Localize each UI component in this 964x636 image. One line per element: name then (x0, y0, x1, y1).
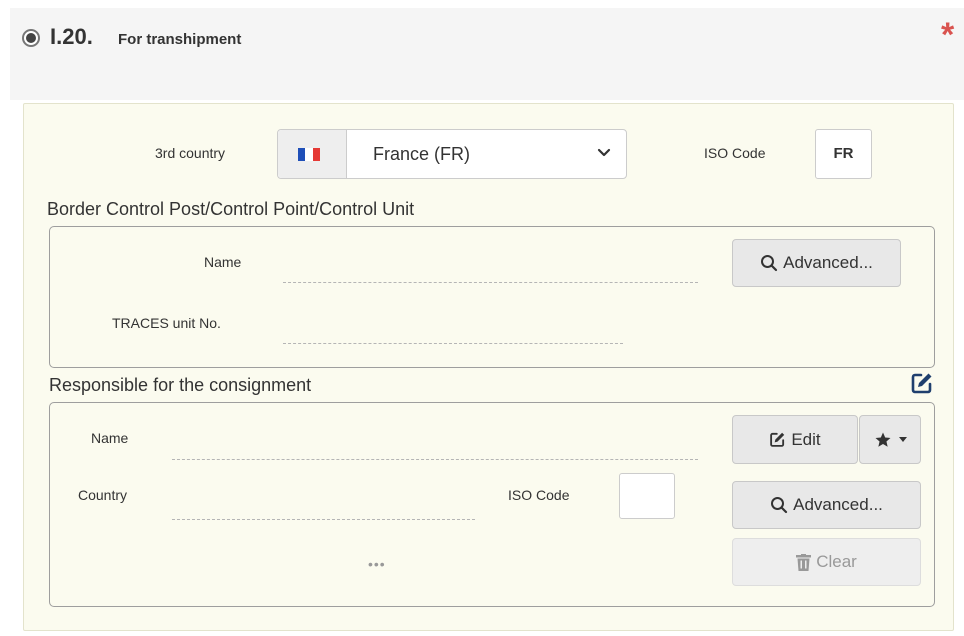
clear-button[interactable]: Clear (732, 538, 921, 586)
edit-button-label: Edit (791, 429, 821, 449)
iso-code-label: ISO Code (704, 145, 766, 161)
bcp-title: Border Control Post/Control Point/Contro… (47, 199, 415, 219)
edit-button[interactable]: Edit (732, 415, 858, 464)
search-icon (761, 255, 778, 272)
france-flag-icon (298, 148, 320, 161)
flag-addon (278, 130, 347, 178)
country-select-value: France (FR) (373, 144, 471, 164)
iso-code-field: FR (815, 129, 872, 179)
bcp-advanced-label: Advanced... (783, 253, 873, 272)
bcp-name-label: Name (204, 254, 242, 270)
trash-icon (796, 553, 812, 571)
responsible-advanced-label: Advanced... (793, 495, 883, 514)
clear-button-label: Clear (816, 552, 857, 571)
chevron-down-icon (597, 148, 611, 157)
responsible-advanced-button[interactable]: Advanced... (732, 481, 921, 529)
responsible-iso-field (619, 473, 675, 519)
bcp-advanced-button[interactable]: Advanced... (732, 239, 901, 287)
responsible-name-field[interactable] (172, 459, 698, 460)
responsible-title: Responsible for the consignment (49, 375, 312, 395)
traces-unit-label: TRACES unit No. (112, 315, 221, 331)
responsible-country-label: Country (78, 487, 128, 503)
responsible-name-label: Name (91, 430, 129, 446)
responsible-country-field[interactable] (172, 519, 475, 520)
required-asterisk: * (941, 16, 955, 54)
section-header (10, 8, 964, 100)
search-icon (771, 497, 788, 514)
responsible-iso-label: ISO Code (508, 487, 570, 503)
section-radio[interactable] (22, 29, 40, 47)
country-select[interactable]: France (FR) (277, 129, 627, 179)
bcp-name-field[interactable] (283, 282, 698, 283)
star-icon (875, 432, 890, 447)
favorites-dropdown-button[interactable] (859, 415, 921, 464)
edit-icon[interactable] (910, 371, 934, 395)
more-dots[interactable]: ••• (368, 556, 386, 572)
edit-icon (770, 432, 785, 447)
section-number: I.20. (50, 24, 93, 49)
traces-unit-field[interactable] (283, 343, 623, 344)
section-title: For transhipment (118, 31, 242, 48)
caret-down-icon (898, 436, 907, 442)
third-country-label: 3rd country (155, 145, 226, 161)
